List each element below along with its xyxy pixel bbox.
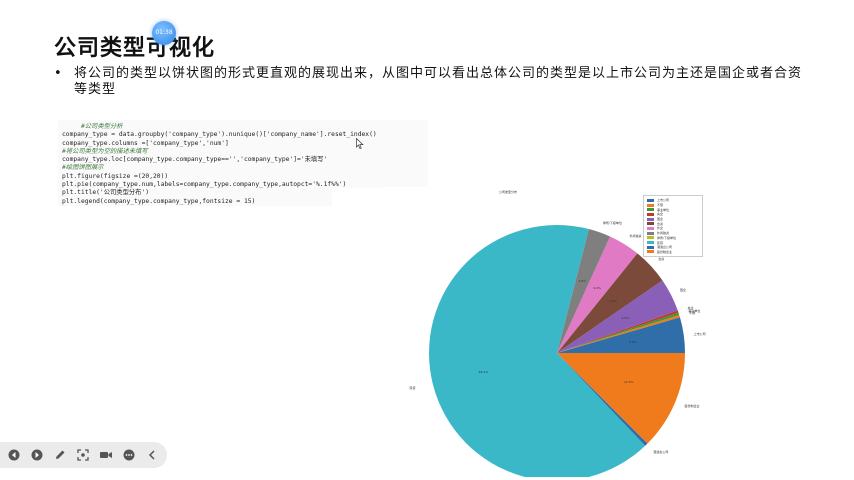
- slide-title: 公司类型可视化: [54, 36, 216, 61]
- slice-label: 股份制企业: [684, 403, 700, 408]
- legend-label: 央企: [657, 212, 664, 217]
- slice-percent-label: 4.6%: [609, 298, 617, 303]
- legend-label: 不限: [657, 203, 664, 208]
- camera-icon[interactable]: [98, 447, 114, 463]
- legend-swatch: [647, 231, 654, 235]
- legend-swatch: [647, 250, 654, 254]
- legend-label: 外商独资: [657, 231, 670, 236]
- slice-label: 上市公司: [693, 331, 706, 336]
- bullet-text: 将公司的类型以饼状图的形式更直观的展现出来，从图中可以看出总体公司的类型是以上市…: [74, 66, 803, 97]
- timer-badge[interactable]: 01:38: [152, 21, 176, 45]
- slice-percent-label: 4.0%: [593, 285, 601, 290]
- chart-title: 公司类型分布: [499, 190, 518, 194]
- mouse-cursor-icon: [356, 134, 364, 153]
- legend-label: 律所/下级单位: [657, 235, 677, 240]
- screenshot-icon[interactable]: [75, 447, 91, 463]
- legend-swatch: [647, 217, 654, 221]
- bullet-point: • 将公司的类型以饼状图的形式更直观的展现出来，从图中可以看出总体公司的类型是以…: [54, 66, 814, 98]
- code-line: company_type = data.groupby('company_typ…: [62, 131, 377, 139]
- next-icon[interactable]: [29, 447, 45, 463]
- legend-label: 港澳台公司: [657, 245, 673, 250]
- code-line: #绘图饼图展示: [62, 164, 104, 172]
- slice-label: 合资: [658, 257, 665, 262]
- slice-label: 央企: [687, 306, 694, 311]
- legend-swatch: [647, 241, 654, 245]
- legend-swatch: [647, 226, 654, 230]
- more-icon[interactable]: [121, 447, 137, 463]
- legend-swatch: [647, 212, 654, 216]
- legend-swatch: [647, 236, 654, 240]
- legend-item: 股份制企业: [647, 250, 699, 255]
- code-line: company_type.loc[company_type.company_ty…: [62, 156, 328, 164]
- slice-percent-label: 4.2%: [621, 316, 630, 321]
- legend-label: 民营: [657, 240, 664, 245]
- code-line: company_type.columns =['company_type','n…: [62, 139, 229, 147]
- legend-label: 股份制企业: [657, 249, 673, 254]
- slice-label: 民营: [409, 385, 416, 390]
- chart-legend: 上市公司 不限 事业单位 央企 国企 合资 外企 外商独资 律所/下级单位 民营 港澳台公司 股份制企…: [643, 195, 703, 257]
- legend-label: 国企: [657, 217, 664, 222]
- prev-icon[interactable]: [6, 447, 22, 463]
- slice-label: 律所/下级单位: [602, 220, 622, 225]
- legend-swatch: [647, 198, 654, 202]
- legend-label: 外企: [657, 226, 664, 231]
- slice-percent-label: 2.8%: [578, 278, 587, 283]
- slice-percent-label: 66.1%: [478, 370, 489, 375]
- legend-swatch: [647, 208, 654, 212]
- code-line: plt.figure(figsize =(20,20)): [62, 172, 169, 180]
- slice-label: 国企: [679, 288, 686, 293]
- slice-label: 外商独资: [629, 233, 642, 238]
- pen-icon[interactable]: [52, 447, 68, 463]
- slice-label: 港澳台公司: [653, 449, 669, 454]
- legend-swatch: [647, 245, 654, 249]
- slice-percent-label: 4.5%: [629, 340, 637, 345]
- code-line: #公司类型分析: [62, 123, 123, 130]
- legend-swatch: [647, 222, 654, 226]
- legend-swatch: [647, 203, 654, 207]
- presentation-toolbar: [0, 442, 167, 468]
- legend-label: 上市公司: [657, 198, 670, 203]
- bullet-dot: •: [54, 66, 63, 81]
- slice-percent-label: 12.5%: [623, 380, 634, 385]
- collapse-icon[interactable]: [144, 447, 160, 463]
- code-line: #将公司类型为空的描述未填写: [62, 147, 148, 155]
